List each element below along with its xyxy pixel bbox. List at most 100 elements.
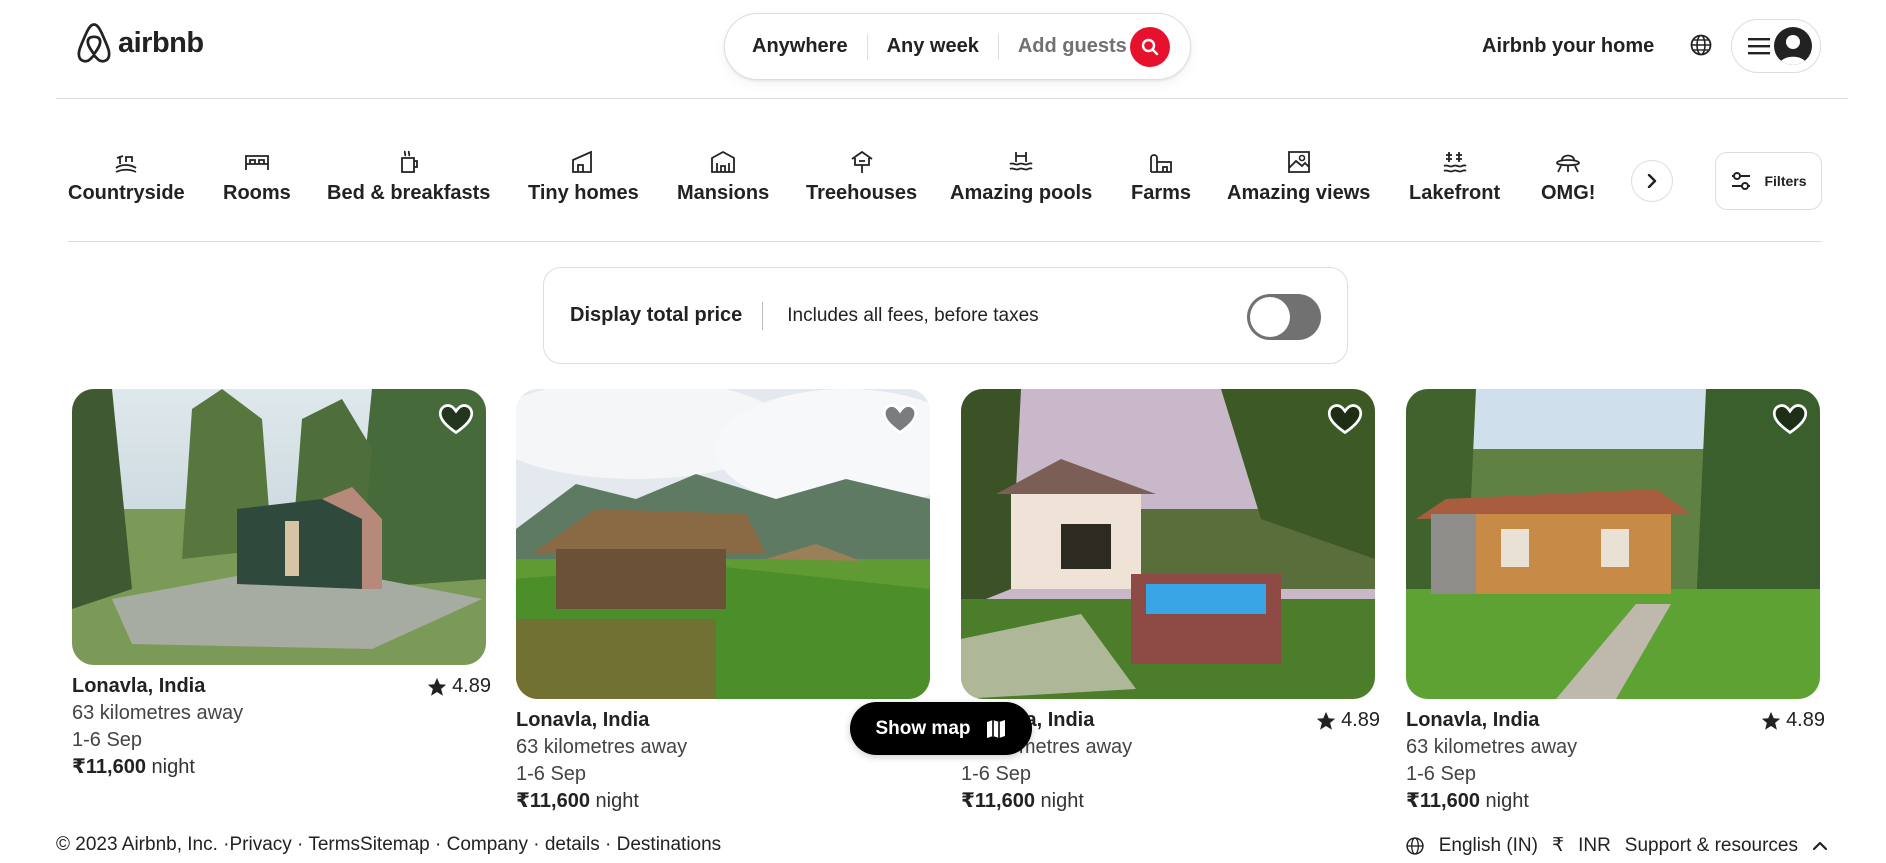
search-add-guests[interactable]: Add guests [1018,35,1146,58]
user-icon [1779,35,1807,65]
filters-button[interactable]: Filters [1715,152,1822,210]
search-button[interactable] [1130,27,1170,67]
category-amazing-pools[interactable]: Amazing pools [950,148,1092,205]
category-countryside[interactable]: Countryside [68,148,185,205]
price-amount: ₹11,600 [516,790,590,812]
globe-icon[interactable] [1689,33,1713,57]
listing-photo[interactable] [1406,389,1820,699]
listing-photo[interactable] [961,389,1375,699]
category-label: OMG! [1541,182,1596,204]
header-divider [56,98,1848,99]
star-icon [1316,711,1336,730]
listing-rating: 4.89 [1315,707,1380,734]
category-mansions[interactable]: Mansions [677,148,769,205]
countryside-icon [115,155,137,173]
search-icon [1141,38,1159,56]
search-bar[interactable]: Anywhere Any week Add guests [724,13,1191,80]
bed-breakfast-icon [400,150,418,173]
categories-next-button[interactable] [1631,160,1673,202]
listing-card[interactable]: Lonavla, India 4.89 63 kilometres away 1… [1406,389,1825,815]
listing-card[interactable]: Lonavla, India 4.89 63 kilometres away 1… [961,389,1380,815]
treehouse-icon [851,150,873,173]
price-amount: ₹11,600 [961,790,1035,812]
footer-settings: English (IN) ₹ INR Support & resources [1405,834,1828,857]
category-label: Tiny homes [528,182,639,204]
listing-location: Lonavla, India [1406,709,1540,731]
category-label: Countryside [68,182,185,204]
categories-divider [68,241,1822,242]
category-rooms[interactable]: Rooms [223,148,291,205]
listing-dates: 1-6 Sep [72,729,143,751]
listing-price: ₹11,600 night [961,788,1375,815]
airbnb-logo[interactable]: airbnb [74,22,204,64]
category-label: Rooms [223,182,291,204]
airbnb-your-home-link[interactable]: Airbnb your home [1482,35,1654,58]
category-farms[interactable]: Farms [1131,148,1191,205]
show-map-label: Show map [875,717,971,739]
total-price-toggle[interactable] [1247,294,1321,340]
support-resources-link[interactable]: Support & resources [1625,835,1798,857]
price-unit: night [1485,790,1529,812]
hamburger-icon [1748,38,1770,55]
language-link[interactable]: English (IN) [1439,835,1538,857]
listing-card[interactable]: Lonavla, India 4.89 63 kilometres away 1… [72,389,491,781]
chevron-up-icon[interactable] [1812,838,1828,854]
ufo-icon [1556,154,1581,173]
footer: © 2023 Airbnb, Inc. ·Privacy · TermsSite… [0,825,1886,863]
listing-photo-image [1406,389,1820,699]
total-price-label: Display total price [570,304,743,326]
filters-label: Filters [1764,173,1807,189]
toggle-knob [1250,297,1290,337]
listing-distance: 63 kilometres away [1406,736,1578,758]
category-treehouses[interactable]: Treehouses [806,148,917,205]
lakefront-icon [1443,152,1467,173]
filters-icon [1732,172,1751,190]
listing-photo[interactable] [516,389,930,699]
rating-value: 4.89 [1341,709,1380,731]
price-amount: ₹11,600 [1406,790,1480,812]
airbnb-logo-icon [77,23,111,63]
globe-icon[interactable] [1405,836,1425,856]
category-bar: Countryside Rooms Bed & breakfasts Tiny … [0,148,1886,212]
search-anywhere[interactable]: Anywhere [752,35,867,58]
listing-photo-image [72,389,486,665]
views-icon [1287,151,1310,173]
tiny-home-icon [572,150,593,173]
pool-icon [1009,152,1033,171]
heart-icon[interactable] [438,403,474,435]
category-tiny-homes[interactable]: Tiny homes [528,148,639,205]
currency-link[interactable]: INR [1578,835,1611,857]
price-unit: night [1040,790,1084,812]
category-amazing-views[interactable]: Amazing views [1227,148,1370,205]
category-bed-breakfasts[interactable]: Bed & breakfasts [327,148,490,205]
listing-price: ₹11,600 night [1406,788,1820,815]
chevron-right-icon [1647,174,1657,188]
show-map-button[interactable]: Show map [850,702,1032,755]
map-icon [986,719,1005,738]
listing-location: Lonavla, India [72,675,206,697]
listing-photo[interactable] [72,389,486,665]
search-divider [866,33,868,60]
heart-icon[interactable] [882,403,918,435]
farm-icon [1150,154,1172,173]
star-icon [1761,711,1781,730]
heart-icon[interactable] [1772,403,1808,435]
listing-photo-image [516,389,930,699]
price-unit: night [595,790,639,812]
category-lakefront[interactable]: Lakefront [1409,148,1500,205]
listing-dates: 1-6 Sep [516,763,587,785]
user-menu-button[interactable] [1731,19,1821,73]
top-header: airbnb Anywhere Any week Add guests Airb… [0,0,1886,99]
search-any-week[interactable]: Any week [887,35,998,58]
footer-links[interactable]: © 2023 Airbnb, Inc. ·Privacy · TermsSite… [56,834,721,856]
listing-rating: 4.89 [1760,707,1825,734]
listing-dates: 1-6 Sep [1406,763,1477,785]
star-icon [427,677,447,696]
rooms-icon [244,155,269,170]
total-price-divider [762,301,764,330]
listing-price: ₹11,600 night [516,788,930,815]
category-label: Amazing views [1227,182,1371,204]
heart-icon[interactable] [1327,403,1363,435]
category-omg[interactable]: OMG! [1541,148,1595,205]
total-price-subtext: Includes all fees, before taxes [787,304,1039,326]
